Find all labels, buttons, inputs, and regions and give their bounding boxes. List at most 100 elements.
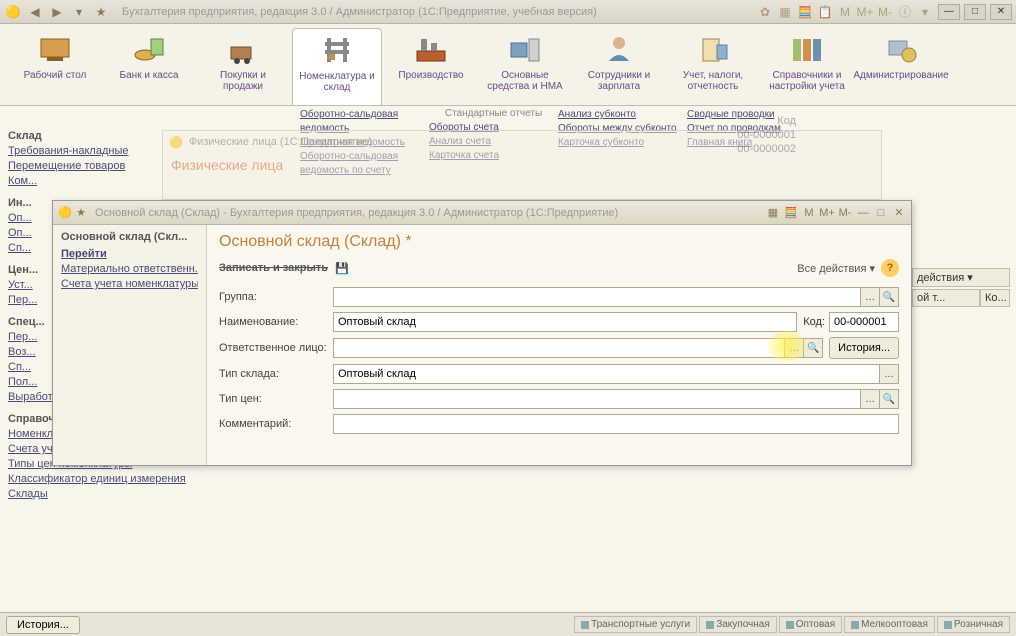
modal-min-button[interactable]: — xyxy=(855,205,871,221)
tab-icon xyxy=(786,621,794,629)
tool-icon[interactable]: ▦ xyxy=(776,3,794,21)
tb-admin[interactable]: Администрирование xyxy=(856,28,946,105)
save-icon[interactable]: 💾 xyxy=(334,260,350,276)
nav-back-icon[interactable]: ◀ xyxy=(26,3,44,21)
tb-nomenclature[interactable]: Номенклатура и склад xyxy=(292,28,382,105)
ellipsis-button[interactable]: … xyxy=(879,364,899,384)
label-responsible: Ответственное лицо: xyxy=(219,342,333,354)
chev-icon[interactable]: ▾ xyxy=(916,3,934,21)
label-name: Наименование: xyxy=(219,316,333,328)
status-tab[interactable]: Оптовая xyxy=(779,616,842,633)
history-button[interactable]: История... xyxy=(6,616,80,634)
input-name[interactable] xyxy=(333,312,797,332)
star-icon[interactable]: ★ xyxy=(92,3,110,21)
rc-actions[interactable]: действия ▾ xyxy=(912,268,1010,287)
label-wh-type: Тип склада: xyxy=(219,368,333,380)
tb-desktop[interactable]: Рабочий стол xyxy=(10,28,100,105)
tb-employees[interactable]: Сотрудники и зарплата xyxy=(574,28,664,105)
tab-icon xyxy=(851,621,859,629)
maximize-button[interactable]: □ xyxy=(964,4,986,20)
nav-fwd-icon[interactable]: ▶ xyxy=(48,3,66,21)
modal-side-link[interactable]: Счета учета номенклатуры xyxy=(61,277,198,292)
label-price-type: Тип цен: xyxy=(219,393,333,405)
modal-titlebar: 🟡 ★ Основной склад (Склад) - Бухгалтерия… xyxy=(53,201,911,225)
mem-m[interactable]: M xyxy=(836,3,854,21)
search-icon[interactable]: 🔍 xyxy=(879,389,899,409)
tb-production[interactable]: Производство xyxy=(386,28,476,105)
rep-heading: Стандартные отчеты xyxy=(429,108,558,119)
modal-mem-m[interactable]: M xyxy=(801,205,817,221)
history-button[interactable]: История... xyxy=(829,337,899,359)
modal-side-link[interactable]: Материально ответственн... xyxy=(61,262,198,277)
minimize-button[interactable]: — xyxy=(938,4,960,20)
tb-references[interactable]: Справочники и настройки учета xyxy=(762,28,852,105)
bg-logo-icon: 🟡 xyxy=(169,136,183,149)
tab-icon xyxy=(581,621,589,629)
rc-col: ой т... xyxy=(912,289,980,307)
rep-link[interactable]: Анализ субконто xyxy=(558,108,687,122)
modal-max-button[interactable]: □ xyxy=(873,205,889,221)
bg-codes: Код 00-0000001 00-0000002 xyxy=(737,114,796,156)
modal-calc-icon[interactable]: 🧮 xyxy=(783,205,799,221)
search-icon[interactable]: 🔍 xyxy=(803,338,823,358)
status-bar: История... Транспортные услуги Закупочна… xyxy=(0,612,1016,636)
status-tab[interactable]: Мелкооптовая xyxy=(844,616,935,633)
app-title: Бухгалтерия предприятия, редакция 3.0 / … xyxy=(122,6,597,18)
ellipsis-button[interactable]: … xyxy=(784,338,804,358)
label-group: Группа: xyxy=(219,291,333,303)
calc-icon[interactable]: 🧮 xyxy=(796,3,814,21)
modal-main: Основной склад (Склад) * Записать и закр… xyxy=(207,225,911,465)
status-tab[interactable]: Транспортные услуги xyxy=(574,616,697,633)
fav-icon[interactable]: ✿ xyxy=(756,3,774,21)
input-wh-type[interactable] xyxy=(333,364,880,384)
modal-close-button[interactable]: ✕ xyxy=(891,205,907,221)
modal-mem-mp[interactable]: M+ xyxy=(819,205,835,221)
input-comment[interactable] xyxy=(333,414,899,434)
save-close-button[interactable]: Записать и закрыть xyxy=(219,262,328,274)
warehouse-modal: 🟡 ★ Основной склад (Склад) - Бухгалтерия… xyxy=(52,200,912,466)
close-button[interactable]: ✕ xyxy=(990,4,1012,20)
all-actions-button[interactable]: Все действия ▾ xyxy=(797,262,875,275)
modal-title: Основной склад (Склад) - Бухгалтерия пре… xyxy=(95,207,618,219)
status-tab[interactable]: Закупочная xyxy=(699,616,777,633)
label-code: Код: xyxy=(803,316,825,328)
right-column: действия ▾ ой т... Ко... xyxy=(912,268,1010,309)
dropdown-icon[interactable]: ▾ xyxy=(70,3,88,21)
modal-logo-icon: 🟡 xyxy=(57,205,73,221)
label-comment: Комментарий: xyxy=(219,418,333,430)
modal-side-title: Основной склад (Скл... xyxy=(61,231,198,243)
form-title: Основной склад (Склад) * xyxy=(219,233,899,251)
input-price-type[interactable] xyxy=(333,389,861,409)
modal-sidebar: Основной склад (Скл... Перейти Материаль… xyxy=(53,225,207,465)
app-titlebar: 🟡 ◀ ▶ ▾ ★ Бухгалтерия предприятия, редак… xyxy=(0,0,1016,24)
search-icon[interactable]: 🔍 xyxy=(879,287,899,307)
rc-col: Ко... xyxy=(980,289,1010,307)
tab-icon xyxy=(944,621,952,629)
modal-star-icon[interactable]: ★ xyxy=(73,205,89,221)
tab-icon xyxy=(706,621,714,629)
modal-tool-icon[interactable]: ▦ xyxy=(765,205,781,221)
sb-item[interactable]: Классификатор единиц измерения xyxy=(8,472,193,487)
ellipsis-button[interactable]: … xyxy=(860,389,880,409)
sb-item[interactable]: Склады xyxy=(8,487,193,502)
tb-bank[interactable]: Банк и касса xyxy=(104,28,194,105)
ellipsis-button[interactable]: … xyxy=(860,287,880,307)
main-toolbar: Рабочий стол Банк и касса Покупки и прод… xyxy=(0,24,1016,106)
input-code[interactable] xyxy=(829,312,899,332)
info-icon[interactable]: ⓘ xyxy=(896,3,914,21)
input-group[interactable] xyxy=(333,287,861,307)
logo-icon: 🟡 xyxy=(4,3,22,21)
status-tab[interactable]: Розничная xyxy=(937,616,1010,633)
mem-mminus[interactable]: M- xyxy=(876,3,894,21)
help-icon[interactable]: ? xyxy=(881,259,899,277)
tb-assets[interactable]: Основные средства и НМА xyxy=(480,28,570,105)
mem-mplus[interactable]: M+ xyxy=(856,3,874,21)
tb-purchase[interactable]: Покупки и продажи xyxy=(198,28,288,105)
bgwin-titlebar: Физические лица (1С:Предприятие) xyxy=(189,136,372,148)
modal-side-goto[interactable]: Перейти xyxy=(61,247,198,262)
bgwin-heading: Физические лица xyxy=(163,153,881,177)
tb-accounting[interactable]: Учет, налоги, отчетность xyxy=(668,28,758,105)
modal-mem-mm[interactable]: M- xyxy=(837,205,853,221)
input-responsible[interactable] xyxy=(333,338,785,358)
cal-icon[interactable]: 📋 xyxy=(816,3,834,21)
